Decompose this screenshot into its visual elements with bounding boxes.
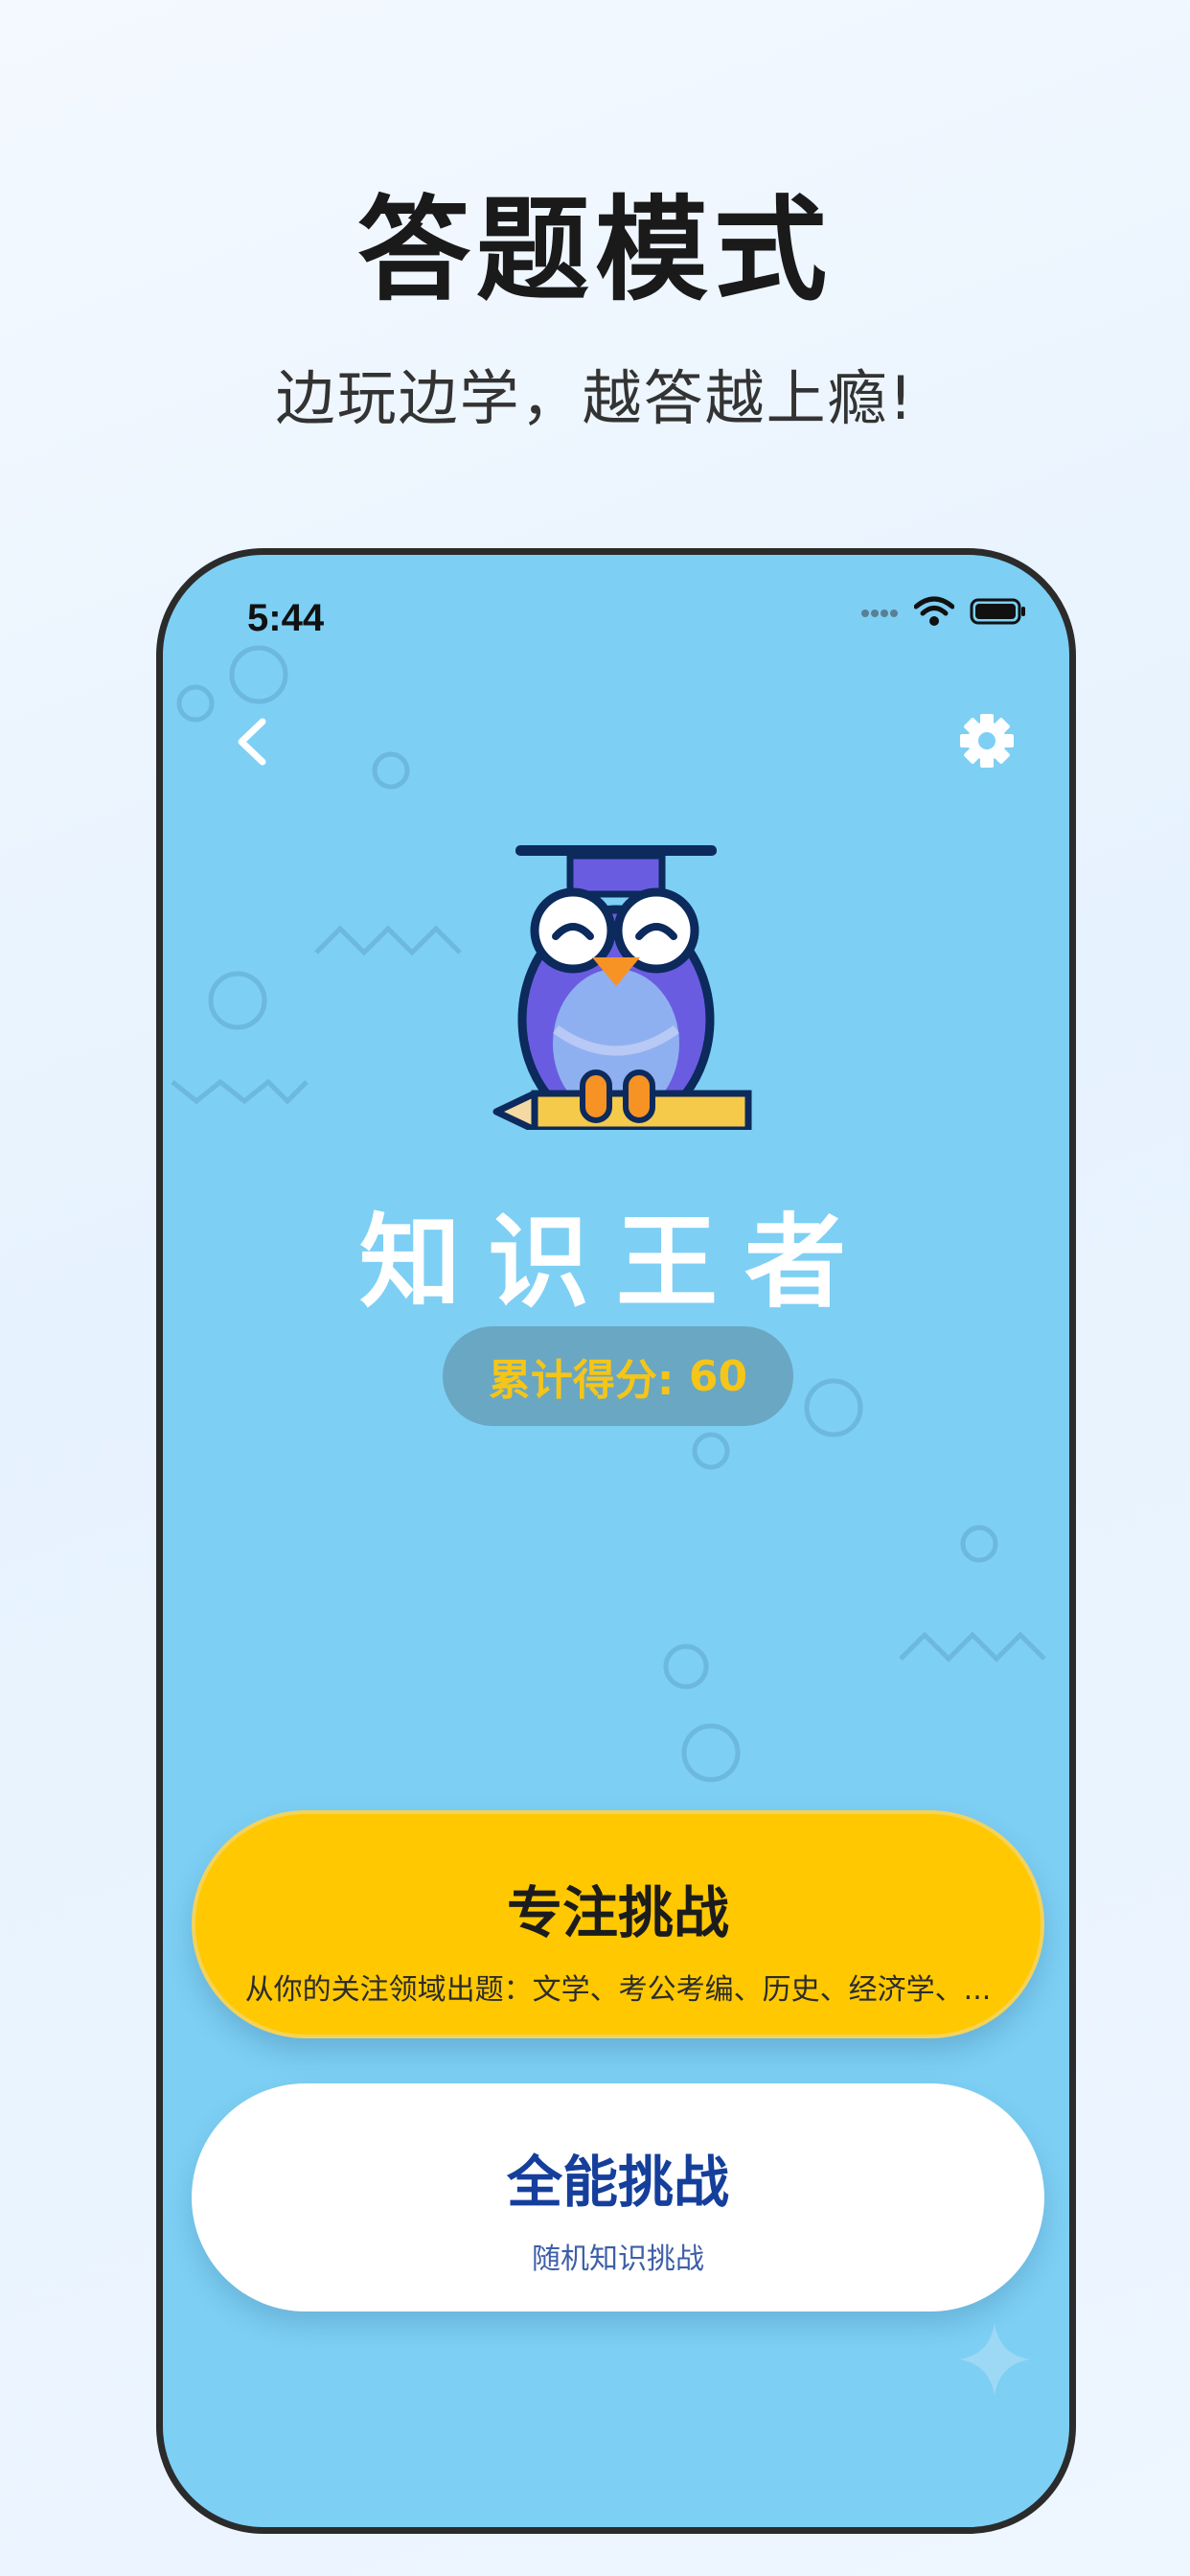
all-round-challenge-subtitle: 随机知识挑战 bbox=[532, 2242, 704, 2276]
promo-headline: 答题模式 bbox=[356, 184, 833, 316]
status-icons bbox=[860, 595, 1027, 628]
back-button[interactable] bbox=[220, 708, 287, 775]
app-title: 知识王者 bbox=[359, 1204, 873, 1322]
status-time: 5:44 bbox=[247, 597, 325, 639]
owl-graduate-icon bbox=[492, 845, 752, 1130]
focus-challenge-title: 专注挑战 bbox=[506, 1880, 729, 1945]
focus-challenge-button[interactable]: 专注挑战 从你的关注领域出题：文学、考公考编、历史、经济学、... bbox=[192, 1810, 1044, 2038]
all-round-challenge-button[interactable]: 全能挑战 随机知识挑战 bbox=[192, 2083, 1044, 2312]
signal-icon bbox=[861, 610, 898, 617]
settings-button[interactable] bbox=[954, 708, 1019, 773]
score-value: 60 bbox=[688, 1351, 748, 1401]
all-round-challenge-title: 全能挑战 bbox=[506, 2150, 729, 2215]
gear-icon bbox=[960, 714, 1014, 768]
score-badge: 累计得分: 60 bbox=[443, 1326, 793, 1426]
chevron-left-icon bbox=[238, 718, 266, 766]
wifi-icon bbox=[914, 596, 954, 626]
score-label: 累计得分: bbox=[488, 1356, 675, 1405]
battery-icon bbox=[970, 598, 1025, 625]
phone-frame: 5:44 知识王者 累计得分: 60 专注挑战 从你的关注领域出题：文学、考公考… bbox=[156, 548, 1076, 2534]
promo-subline: 边玩边学，越答越上瘾! bbox=[275, 363, 915, 433]
focus-challenge-subtitle: 从你的关注领域出题：文学、考公考编、历史、经济学、... bbox=[244, 1973, 992, 2007]
